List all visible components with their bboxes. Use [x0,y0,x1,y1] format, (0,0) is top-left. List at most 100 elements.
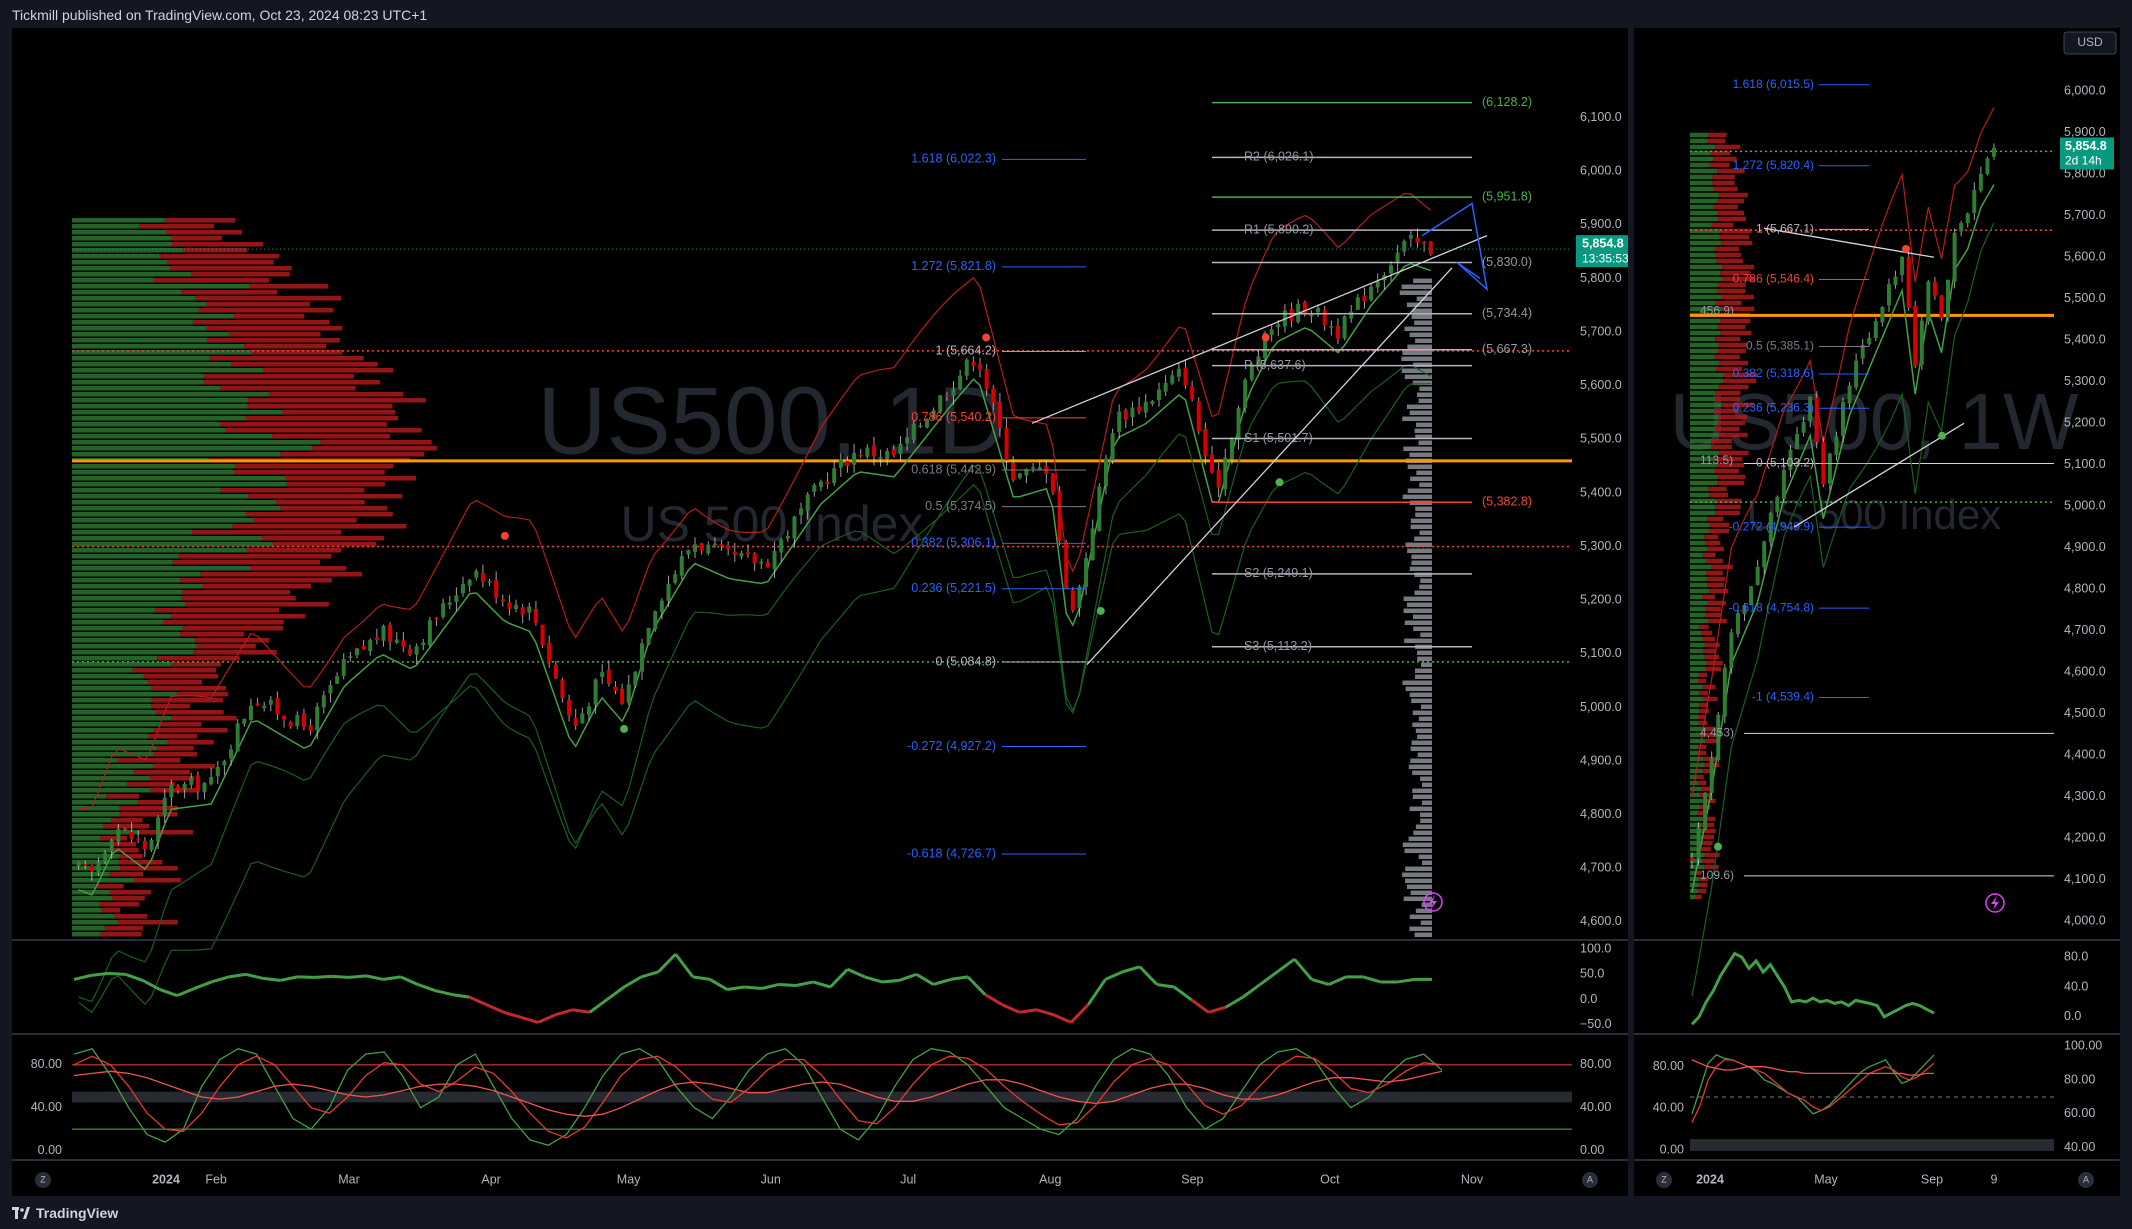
daily-chart-panel[interactable]: US500, 1D US 500 Index (6,128.2) R2 (6,026.… [12,28,1638,1196]
candle-body [295,715,300,727]
currency-label[interactable]: USD [2077,35,2103,49]
candle-body [1349,311,1354,319]
candle-body [76,862,81,867]
volume-profile-up [1690,384,1720,390]
oscillator-line [966,975,987,996]
candle-body [759,561,764,564]
volume-profile-down [1713,204,1738,210]
fib-label: -0.618 (4,726.7) [907,846,996,860]
volume-profile-session [1409,566,1432,572]
candle-body [129,831,134,840]
candle-body [96,862,101,874]
volume-profile-down [228,332,321,337]
oscillator-neutral-zone [1690,1139,2054,1151]
volume-profile-up [72,686,152,691]
candle-body [1130,407,1135,418]
candle-body [1170,375,1175,384]
volume-profile-down [166,260,274,265]
volume-profile-session [1403,446,1432,452]
candle-body [600,671,605,678]
volume-profile-down [248,398,426,403]
volume-profile-up [72,416,246,421]
volume-profile-session [1407,464,1432,470]
volume-profile-down [1704,654,1720,660]
candle-body [335,676,340,684]
volume-profile-up [72,536,263,541]
candle-body [1886,284,1891,306]
volume-profile-session [1416,422,1432,428]
candle-body [871,445,876,457]
candle-body [620,688,625,704]
volume-profile-up [1690,744,1699,750]
oscillator-line [314,974,332,979]
time-axis-label: May [1814,1172,1838,1186]
volume-profile-session [1401,356,1432,362]
oscillator-line [1156,982,1175,989]
candle-body [1011,462,1016,480]
price-axis-tick: 5,200.0 [1580,593,1622,607]
candle-body [507,602,512,609]
auto-scale-icon[interactable]: A [2083,1174,2089,1184]
fib-label: 1.618 (6,015.5) [1733,77,1814,91]
oscillator-line [331,974,350,979]
volume-profile-up [1690,348,1718,354]
oscillator-line [1690,951,1935,1026]
volume-profile-up [1690,420,1718,426]
tradingview-brand[interactable]: TradingView [12,1205,118,1221]
volume-profile-down [1716,258,1744,264]
oscillator-tick: 0.00 [1580,1143,1604,1157]
candle-body [1216,470,1221,488]
volume-profile-up [72,548,247,553]
volume-profile-down [1705,612,1722,618]
candle-body [944,395,949,397]
candle-body [388,624,393,643]
go-to-start-icon[interactable]: Z [40,1174,46,1184]
volume-profile-down [152,764,215,769]
candle-body [739,552,744,557]
footer-bar: TradingView [0,1196,2132,1229]
volume-profile-up [1690,210,1717,216]
oscillator-line [640,970,659,979]
auto-scale-icon[interactable]: A [1587,1174,1593,1184]
weekly-chart-svg[interactable]: US500, 1WUS 500 Index1.618 (6,015.5)1.27… [1634,28,2120,1196]
volume-profile-session [1412,770,1432,776]
lightning-icon[interactable] [1991,896,1999,910]
volume-profile-up [72,884,96,889]
candle-body [865,447,870,457]
volume-profile-session [1409,452,1432,458]
candle-body [1156,389,1161,401]
candle-body [818,481,823,488]
volume-profile-down [157,656,240,661]
volume-profile-session [1411,740,1432,746]
volume-profile-down [206,302,310,307]
volume-profile-down [312,446,437,451]
volume-profile-up [1690,366,1717,372]
daily-chart-svg[interactable]: US500, 1DUS 500 Index(6,128.2)R2 (6,026.… [12,28,1638,1196]
volume-profile-up [1690,174,1713,180]
candle-body [547,642,552,663]
volume-profile-up [1690,684,1703,690]
volume-profile-up [72,710,156,715]
volume-profile-session [1415,506,1432,512]
oscillator-line [881,978,900,984]
volume-profile-up [1690,354,1715,360]
go-to-start-icon[interactable]: Z [1661,1174,1667,1184]
volume-profile-up [1690,606,1706,612]
volume-profile-up [72,386,221,391]
candle-body [1322,310,1327,325]
time-axis-label: 2024 [1696,1172,1724,1186]
candle-body [1143,401,1148,413]
candle-body [1342,316,1347,339]
volume-profile-down [1715,498,1742,504]
volume-profile-up [1690,408,1715,414]
candle-body [573,718,578,726]
volume-profile-up [1690,588,1710,594]
candle-body [540,624,545,645]
volume-profile-up [1690,786,1702,792]
oscillator-line [898,972,917,982]
volume-profile-up [1690,558,1707,564]
volume-profile-session [1403,608,1432,614]
oscillator-line [915,973,935,986]
weekly-chart-panel[interactable]: US500, 1W US 500 Index 1.618 (6,015.5) 1.27… [1634,28,2120,1196]
volume-profile-session [1402,680,1432,686]
